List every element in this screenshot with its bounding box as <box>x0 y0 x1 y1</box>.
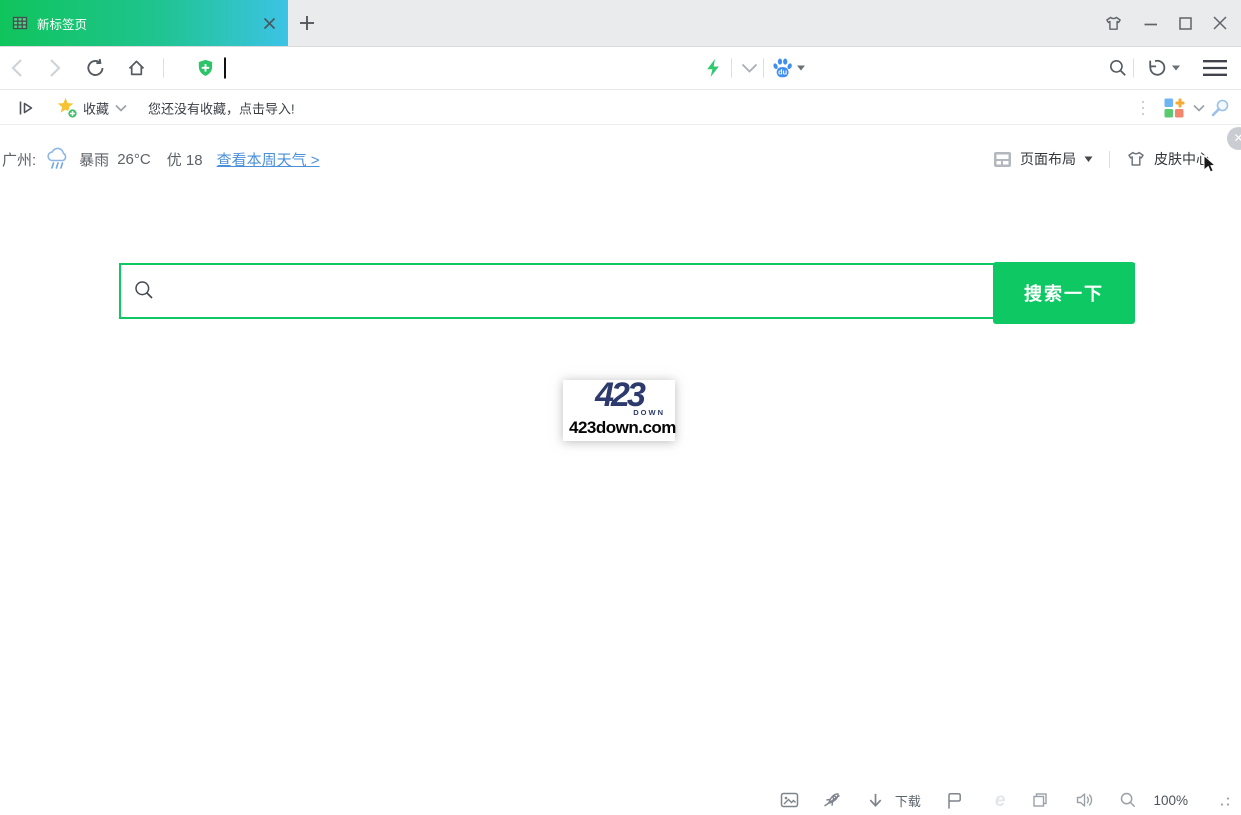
home-button[interactable] <box>126 58 147 78</box>
more-dots-icon[interactable] <box>1141 100 1145 116</box>
divider <box>731 59 732 78</box>
bookmarks-bar: 收藏 您还没有收藏，点击导入! <box>0 91 1241 125</box>
site-logo: 423 DOWN 423down.com <box>563 380 675 441</box>
resize-grip-icon[interactable] <box>1218 793 1231 807</box>
weather-city: 广州: <box>2 149 36 170</box>
search-page-icon[interactable] <box>1108 58 1128 78</box>
baidu-icon[interactable]: du <box>772 58 793 79</box>
rocket-boost-icon[interactable] <box>822 790 842 810</box>
skin-shirt-icon <box>1126 150 1146 168</box>
zoom-search-icon[interactable] <box>1119 791 1137 809</box>
apps-chevron-icon[interactable] <box>1193 104 1205 112</box>
tab-title: 新标签页 <box>37 14 263 33</box>
divider <box>763 59 764 78</box>
search-input[interactable] <box>165 267 945 315</box>
search-magnifier-icon <box>133 279 155 301</box>
divider <box>163 59 164 78</box>
window-controls <box>1104 0 1227 46</box>
security-shield-icon[interactable] <box>196 59 215 78</box>
skin-center-label[interactable]: 皮肤中心 <box>1154 149 1210 169</box>
chevron-down-icon[interactable] <box>741 63 758 74</box>
undo-restore-icon[interactable] <box>1144 58 1166 78</box>
weather-week-link[interactable]: 查看本周天气 > <box>217 149 320 170</box>
favorites-star-icon[interactable] <box>56 97 78 119</box>
status-bar: 下载 e 100% <box>779 785 1241 815</box>
weather-condition: 暴雨 <box>79 149 109 170</box>
picture-icon[interactable] <box>779 790 800 810</box>
tab-close-icon[interactable] <box>263 17 276 30</box>
browser-window: 新标签页 <box>0 0 1241 815</box>
download-arrow-icon[interactable] <box>866 791 885 810</box>
page-layout-label[interactable]: 页面布局 <box>1020 149 1076 169</box>
minimize-button[interactable] <box>1144 16 1158 30</box>
favorites-label[interactable]: 收藏 <box>83 98 109 117</box>
address-input[interactable] <box>232 60 682 76</box>
undo-dropdown-icon[interactable] <box>1172 65 1180 71</box>
navigation-toolbar: du <box>0 46 1241 90</box>
svg-text:du: du <box>778 68 787 77</box>
proxy-search-icon[interactable] <box>1210 98 1230 118</box>
bookmarks-empty-hint[interactable]: 您还没有收藏，点击导入! <box>148 98 295 117</box>
menu-icon[interactable] <box>1202 59 1228 77</box>
logo-number: 423 <box>569 382 669 409</box>
address-caret <box>224 58 226 79</box>
mouse-cursor <box>1203 155 1216 173</box>
sidebar-expand-icon[interactable] <box>18 99 35 117</box>
lightning-icon[interactable] <box>704 59 720 78</box>
new-tab-button[interactable] <box>299 15 315 31</box>
float-close-button[interactable]: ✕ <box>1227 127 1241 150</box>
close-button[interactable] <box>1213 16 1227 30</box>
ie-icon[interactable]: e <box>995 791 1006 810</box>
favorites-chevron-icon[interactable] <box>115 104 127 112</box>
logo-domain: 423down.com <box>569 418 669 438</box>
tab-bar: 新标签页 <box>0 0 1241 46</box>
feedback-flag-icon[interactable] <box>945 791 963 810</box>
forward-button[interactable] <box>48 58 62 78</box>
page-tools: 页面布局 皮肤中心 <box>993 147 1210 171</box>
weather-air-quality: 优 18 <box>167 149 203 170</box>
tab-active[interactable]: 新标签页 <box>0 0 288 46</box>
refresh-button[interactable] <box>85 58 106 79</box>
search-box: 搜索一下 <box>119 263 1135 319</box>
download-label[interactable]: 下载 <box>895 791 921 810</box>
rain-cloud-icon <box>44 147 71 171</box>
window-mode-icon[interactable] <box>1031 791 1049 809</box>
maximize-button[interactable] <box>1179 17 1192 30</box>
baidu-dropdown-icon[interactable] <box>797 65 805 71</box>
zoom-level[interactable]: 100% <box>1153 793 1188 808</box>
divider <box>1109 151 1110 168</box>
back-button[interactable] <box>10 58 24 78</box>
titlebar-skin-shirt-icon[interactable] <box>1104 15 1123 32</box>
weather-widget: 广州: 暴雨 26°C 优 18 查看本周天气 > <box>2 146 320 172</box>
weather-temperature: 26°C <box>117 151 151 168</box>
newtab-grid-icon <box>12 15 28 31</box>
speaker-icon[interactable] <box>1075 790 1095 810</box>
page-layout-icon <box>993 150 1012 169</box>
page-layout-dropdown-icon[interactable] <box>1084 156 1093 163</box>
app-grid-icon[interactable] <box>1163 97 1185 119</box>
search-button[interactable]: 搜索一下 <box>993 262 1135 324</box>
divider <box>1133 59 1134 78</box>
